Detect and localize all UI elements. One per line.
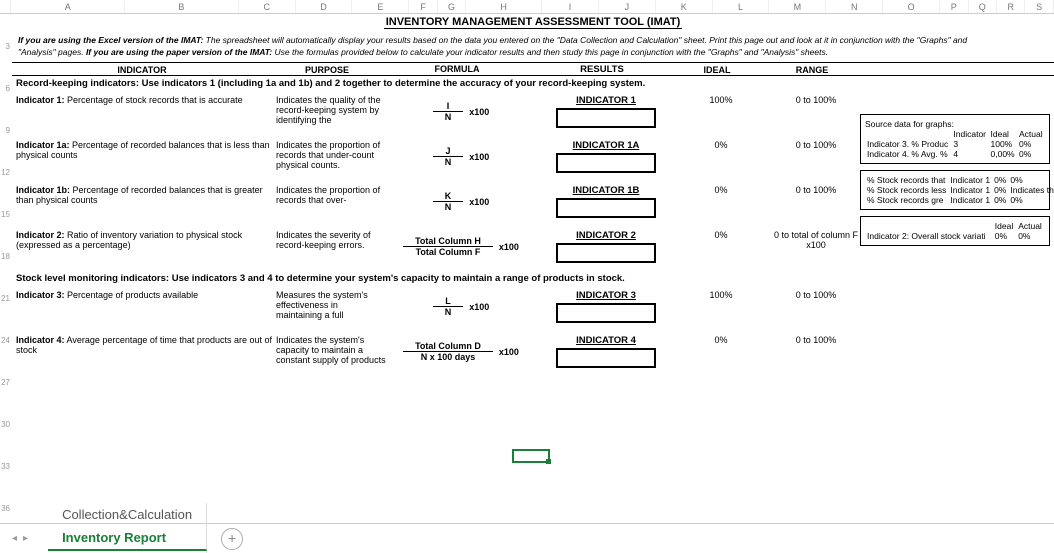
tab-next-icon[interactable]: ▸ <box>23 533 28 544</box>
active-cell-selection[interactable] <box>512 449 550 463</box>
side1-hdr-1: Indicator <box>951 129 988 139</box>
tab-nav: ◂ ▸ <box>12 533 28 544</box>
col-E[interactable]: E <box>352 0 409 13</box>
side-panel-1: Source data for graphs: IndicatorIdealAc… <box>860 114 1050 164</box>
hdr-range: RANGE <box>762 63 862 75</box>
col-I[interactable]: I <box>542 0 599 13</box>
hdr-indicator: INDICATOR <box>12 63 272 75</box>
col-G[interactable]: G <box>438 0 466 13</box>
table-header-row: INDICATOR PURPOSE FORMULA RESULTS IDEAL … <box>12 62 1054 76</box>
col-A[interactable]: A <box>11 0 125 13</box>
result-box-2[interactable] <box>556 198 656 218</box>
side1-hdr-3: Actual <box>1017 129 1045 139</box>
col-O[interactable]: O <box>883 0 940 13</box>
side1-title: Source data for graphs: <box>865 119 1045 129</box>
col-J[interactable]: J <box>599 0 656 13</box>
result-box-0[interactable] <box>556 108 656 128</box>
result-box-3[interactable] <box>556 243 656 263</box>
hdr-ideal: IDEAL <box>672 63 762 75</box>
col-P[interactable]: P <box>940 0 968 13</box>
col-F[interactable]: F <box>409 0 437 13</box>
side1-r2-a: Indicator 4. % Avg. % <box>865 149 951 159</box>
col-N[interactable]: N <box>826 0 883 13</box>
col-S[interactable]: S <box>1025 0 1053 13</box>
indicator-row-5: Indicator 4: Average percentage of time … <box>12 331 1054 376</box>
col-M[interactable]: M <box>769 0 826 13</box>
intro-body-2: Use the formulas provided below to calcu… <box>272 47 828 57</box>
col-L[interactable]: L <box>713 0 770 13</box>
side1-hdr-2: Ideal <box>989 129 1017 139</box>
side1-r1-a: Indicator 3. % Produc <box>865 139 951 149</box>
tab-prev-icon[interactable]: ◂ <box>12 533 17 544</box>
col-R[interactable]: R <box>997 0 1025 13</box>
result-box-5[interactable] <box>556 348 656 368</box>
tab-collection-calculation[interactable]: Collection&Calculation <box>48 503 207 526</box>
sheet-tabs: ◂ ▸ Collection&CalculationInventory Repo… <box>0 523 1054 553</box>
section-2: Stock level monitoring indicators: Use i… <box>12 271 1054 286</box>
indicator-row-4: Indicator 3: Percentage of products avai… <box>12 286 1054 331</box>
column-headers: ABCDEFGHIJKLMNOPQRS <box>0 0 1054 14</box>
page-title: INVENTORY MANAGEMENT ASSESSMENT TOOL (IM… <box>12 16 1054 28</box>
col-H[interactable]: H <box>466 0 542 13</box>
side-panel-2: % Stock records thatIndicator 10%0% % St… <box>860 170 1050 210</box>
worksheet[interactable]: INVENTORY MANAGEMENT ASSESSMENT TOOL (IM… <box>12 14 1054 523</box>
intro-lead-1: If you are using the Excel version of th… <box>18 35 203 45</box>
col-B[interactable]: B <box>125 0 239 13</box>
intro-text: If you are using the Excel version of th… <box>12 28 1054 62</box>
hdr-purpose: PURPOSE <box>272 63 382 75</box>
col-K[interactable]: K <box>656 0 713 13</box>
tab-inventory-report[interactable]: Inventory Report <box>48 526 207 551</box>
result-box-4[interactable] <box>556 303 656 323</box>
result-box-1[interactable] <box>556 153 656 173</box>
intro-lead-2: If you are using the paper version of th… <box>86 47 272 57</box>
title-text: INVENTORY MANAGEMENT ASSESSMENT TOOL (IM… <box>384 16 683 29</box>
col-Q[interactable]: Q <box>969 0 997 13</box>
hdr-formula: FORMULA <box>382 63 532 75</box>
row-headers: 36912151821242730333639 <box>0 14 12 523</box>
side-panel-3: IdealActual Indicator 2: Overall stock v… <box>860 216 1050 246</box>
col-D[interactable]: D <box>296 0 353 13</box>
section-1: Record-keeping indicators: Use indicator… <box>12 76 1054 91</box>
col-C[interactable]: C <box>239 0 296 13</box>
add-sheet-button[interactable]: + <box>221 528 243 550</box>
side-data: Source data for graphs: IndicatorIdealAc… <box>860 114 1050 252</box>
hdr-results: RESULTS <box>532 63 672 75</box>
